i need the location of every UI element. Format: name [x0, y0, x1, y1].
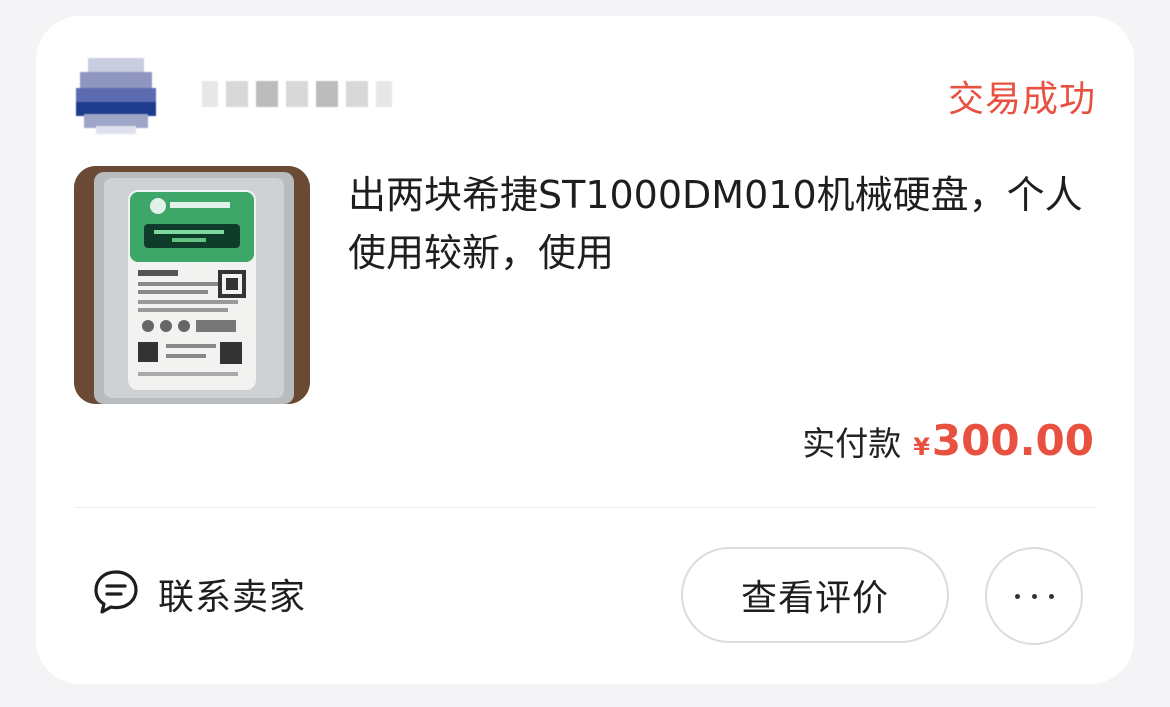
currency-symbol: ¥: [913, 433, 930, 461]
ellipsis-icon: [1009, 593, 1060, 599]
order-card[interactable]: 交易成功 出两块希捷ST1000DM010机械硬盘，个人使用较新，使用 实付款 …: [36, 16, 1134, 684]
contact-seller-button[interactable]: 联系卖家: [92, 568, 306, 620]
chat-bubble-icon: [92, 568, 140, 620]
more-options-button[interactable]: [985, 547, 1083, 645]
seller-avatar[interactable]: [72, 54, 160, 134]
product-title[interactable]: 出两块希捷ST1000DM010机械硬盘，个人使用较新，使用: [348, 166, 1100, 282]
payment-label: 实付款: [802, 424, 902, 463]
seller-name-masked: [202, 81, 400, 107]
contact-seller-label: 联系卖家: [158, 577, 307, 618]
avatar-pixelated-image: [72, 54, 160, 134]
payment-summary: 实付款 ¥ 300.00: [802, 416, 1094, 465]
product-thumbnail[interactable]: [74, 166, 310, 404]
hard-drive-photo: [74, 166, 310, 404]
divider: [74, 507, 1096, 508]
payment-amount: 300.00: [931, 416, 1094, 465]
view-review-button[interactable]: 查看评价: [681, 547, 949, 643]
order-status: 交易成功: [947, 79, 1096, 120]
seller-info[interactable]: [72, 54, 400, 134]
